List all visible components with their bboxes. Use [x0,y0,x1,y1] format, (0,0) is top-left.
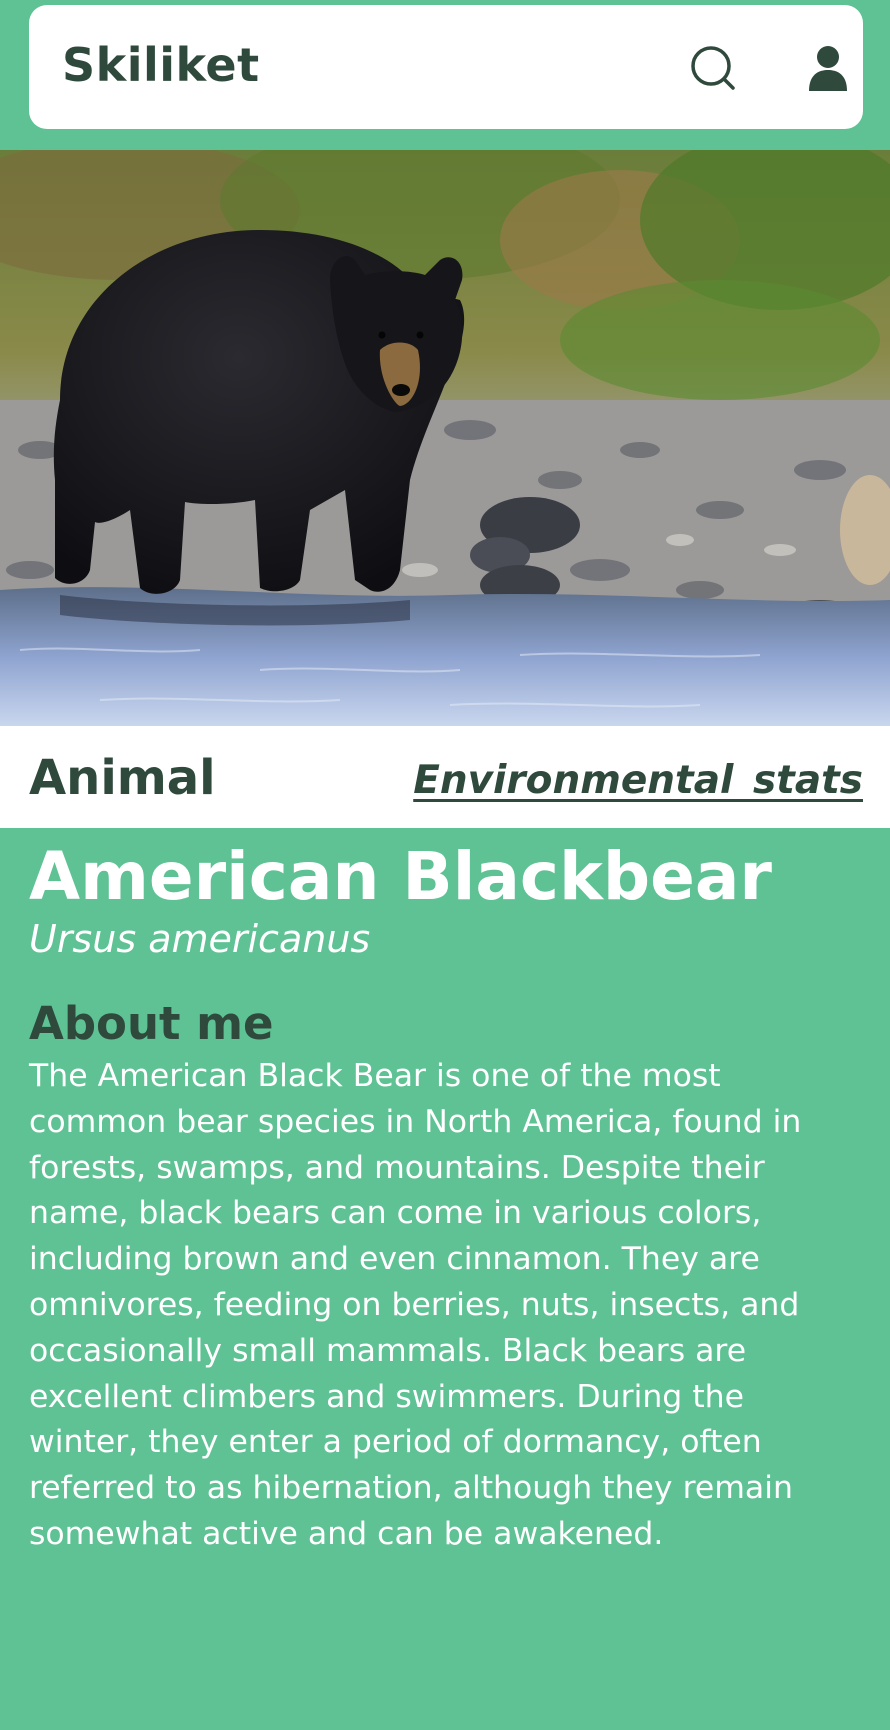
header-card: Skiliket [29,5,863,129]
search-icon[interactable] [686,41,740,95]
species-common-name: American Blackbear [29,838,772,915]
user-icon[interactable] [801,41,855,95]
tab-bar: Animal Environmental stats [0,726,890,828]
about-heading: About me [29,997,274,1050]
hero-image [0,150,890,726]
species-content: American Blackbear Ursus americanus Abou… [29,828,859,1558]
about-body: The American Black Bear is one of the mo… [29,1058,802,1552]
species-scientific-name: Ursus americanus [29,917,371,961]
app-header: Skiliket [0,0,890,150]
app-title: Skiliket [62,38,260,92]
tab-animal[interactable]: Animal [29,748,216,808]
tab-environmental-stats[interactable]: Environmental stats [413,756,863,806]
